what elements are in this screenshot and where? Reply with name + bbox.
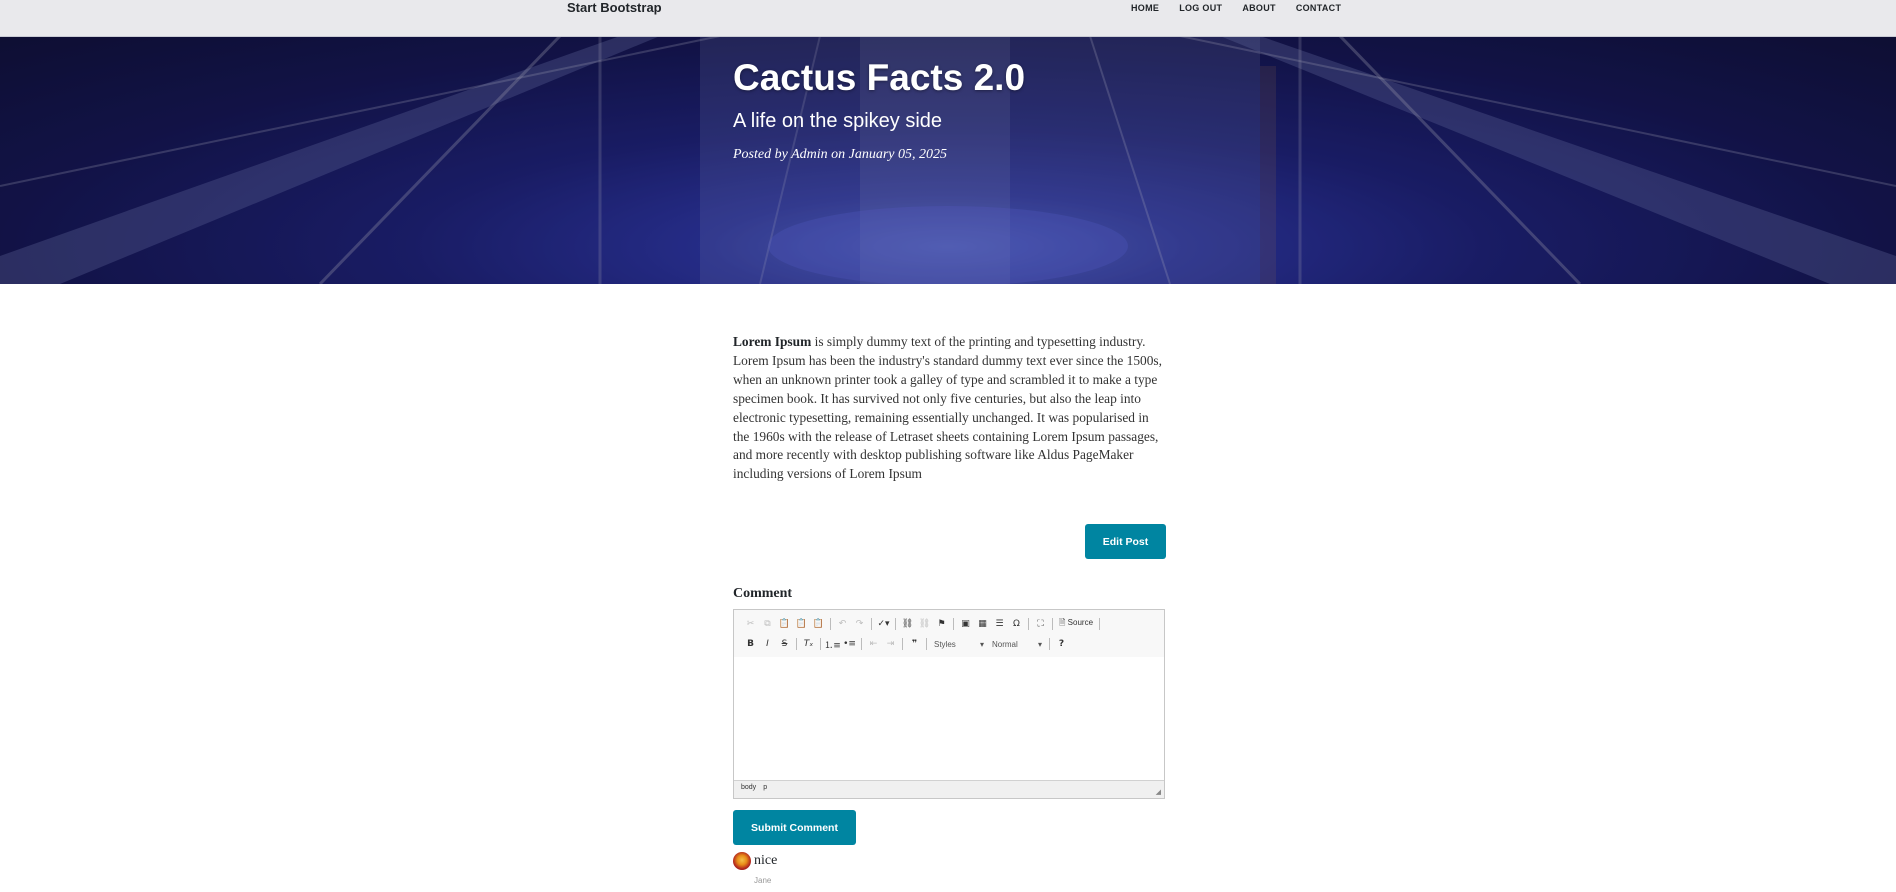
bold-icon[interactable]: B [742, 636, 759, 652]
element-path: body p [741, 784, 767, 791]
nav-about[interactable]: About [1242, 3, 1276, 14]
paste-icon[interactable]: 📋 [776, 616, 793, 632]
post-body-text: is simply dummy text of the printing and… [733, 334, 1162, 482]
toolbar-separator [861, 638, 862, 650]
post-meta: Posted by Admin on January 05, 2025 [733, 147, 947, 162]
path-p[interactable]: p [763, 784, 767, 791]
numbered-list-icon[interactable]: ⒈≡ [824, 636, 841, 652]
toolbar-separator [830, 618, 831, 630]
link-icon[interactable]: ⛓ [899, 616, 916, 632]
post-title: Cactus Facts 2.0 [733, 57, 1026, 98]
format-dropdown-label: Normal [992, 639, 1018, 649]
toolbar-separator [796, 638, 797, 650]
maximize-icon[interactable]: ⛶ [1032, 616, 1049, 632]
blockquote-icon[interactable]: ❞ [906, 636, 923, 652]
toolbar-separator [902, 638, 903, 650]
copy-icon[interactable]: ⧉ [759, 616, 776, 632]
comment-label: Comment [733, 586, 793, 601]
paste-text-icon[interactable]: 📋 [793, 616, 810, 632]
post-body-lead: Lorem Ipsum [733, 334, 812, 349]
nav-links: Home Log Out About Contact [1131, 3, 1361, 14]
unlink-icon[interactable]: ⛓ [916, 616, 933, 632]
nav-home[interactable]: Home [1131, 3, 1159, 14]
anchor-flag-icon[interactable]: ⚑ [933, 616, 950, 632]
styles-dropdown[interactable]: Styles ▾ [930, 640, 988, 649]
toolbar-separator [895, 618, 896, 630]
edit-post-button[interactable]: Edit Post [1085, 524, 1166, 559]
outdent-icon[interactable]: ⇤ [865, 636, 882, 652]
bulleted-list-icon[interactable]: •≡ [841, 636, 858, 652]
post-heading: Cactus Facts 2.0 A life on the spikey si… [733, 56, 1025, 163]
source-label: Source [1067, 618, 1094, 627]
toolbar-separator [1049, 638, 1050, 650]
editor-content-area[interactable] [734, 657, 1164, 783]
post-subtitle: A life on the spikey side [733, 110, 943, 132]
toolbar-row-1: ✂ ⧉ 📋 📋 📋 ↶ ↷ ✓▾ ⛓ ⛓ ⚑ ▣ ▦ ☰ Ω ⛶ 🗎 Sourc… [742, 615, 1103, 633]
redo-icon[interactable]: ↷ [851, 616, 868, 632]
submit-comment-button[interactable]: Submit Comment [733, 810, 856, 845]
post-body: Lorem Ipsum is simply dummy text of the … [733, 333, 1168, 484]
indent-icon[interactable]: ⇥ [882, 636, 899, 652]
cut-icon[interactable]: ✂ [742, 616, 759, 632]
spellcheck-icon[interactable]: ✓▾ [875, 616, 892, 632]
toolbar-separator [1099, 618, 1101, 630]
navbar: Start Bootstrap Home Log Out About Conta… [0, 0, 1896, 37]
toolbar-separator [926, 638, 927, 650]
brand-logo[interactable]: Start Bootstrap [567, 0, 662, 16]
nav-logout[interactable]: Log Out [1179, 3, 1222, 14]
resize-handle-icon[interactable]: ◢ [1156, 788, 1161, 796]
format-dropdown[interactable]: Normal ▾ [988, 640, 1046, 649]
avatar [733, 852, 751, 870]
nav-contact[interactable]: Contact [1296, 3, 1341, 14]
toolbar-row-2: B I S Tₓ ⒈≡ •≡ ⇤ ⇥ ❞ Styles ▾ Normal ▾ ? [742, 635, 1070, 653]
table-icon[interactable]: ▦ [974, 616, 991, 632]
rich-text-editor: ✂ ⧉ 📋 📋 📋 ↶ ↷ ✓▾ ⛓ ⛓ ⚑ ▣ ▦ ☰ Ω ⛶ 🗎 Sourc… [733, 609, 1165, 799]
toolbar-separator [953, 618, 954, 630]
path-body[interactable]: body [741, 784, 756, 791]
editor-statusbar: body p ◢ [734, 780, 1164, 798]
chevron-down-icon: ▾ [1037, 639, 1042, 649]
strikethrough-icon[interactable]: S [776, 636, 793, 652]
undo-icon[interactable]: ↶ [834, 616, 851, 632]
comment-text: nice [754, 853, 778, 868]
editor-toolbar: ✂ ⧉ 📋 📋 📋 ↶ ↷ ✓▾ ⛓ ⛓ ⚑ ▣ ▦ ☰ Ω ⛶ 🗎 Sourc… [734, 610, 1164, 658]
italic-icon[interactable]: I [759, 636, 776, 652]
image-icon[interactable]: ▣ [957, 616, 974, 632]
remove-format-icon[interactable]: Tₓ [800, 636, 817, 652]
paste-from-word-icon[interactable]: 📋 [810, 616, 827, 632]
source-button[interactable]: 🗎 Source [1056, 617, 1096, 631]
toolbar-separator [820, 638, 821, 650]
toolbar-separator [871, 618, 872, 630]
styles-dropdown-label: Styles [934, 639, 956, 649]
horizontal-line-icon[interactable]: ☰ [991, 616, 1008, 632]
toolbar-separator [1028, 618, 1029, 630]
special-char-omega-icon[interactable]: Ω [1008, 616, 1025, 632]
chevron-down-icon: ▾ [979, 639, 984, 649]
comment-author: Jane [754, 876, 772, 885]
toolbar-separator [1052, 618, 1053, 630]
help-icon[interactable]: ? [1053, 636, 1070, 652]
post-header-hero: Cactus Facts 2.0 A life on the spikey si… [0, 36, 1896, 284]
source-doc-icon: 🗎 [1059, 618, 1066, 627]
